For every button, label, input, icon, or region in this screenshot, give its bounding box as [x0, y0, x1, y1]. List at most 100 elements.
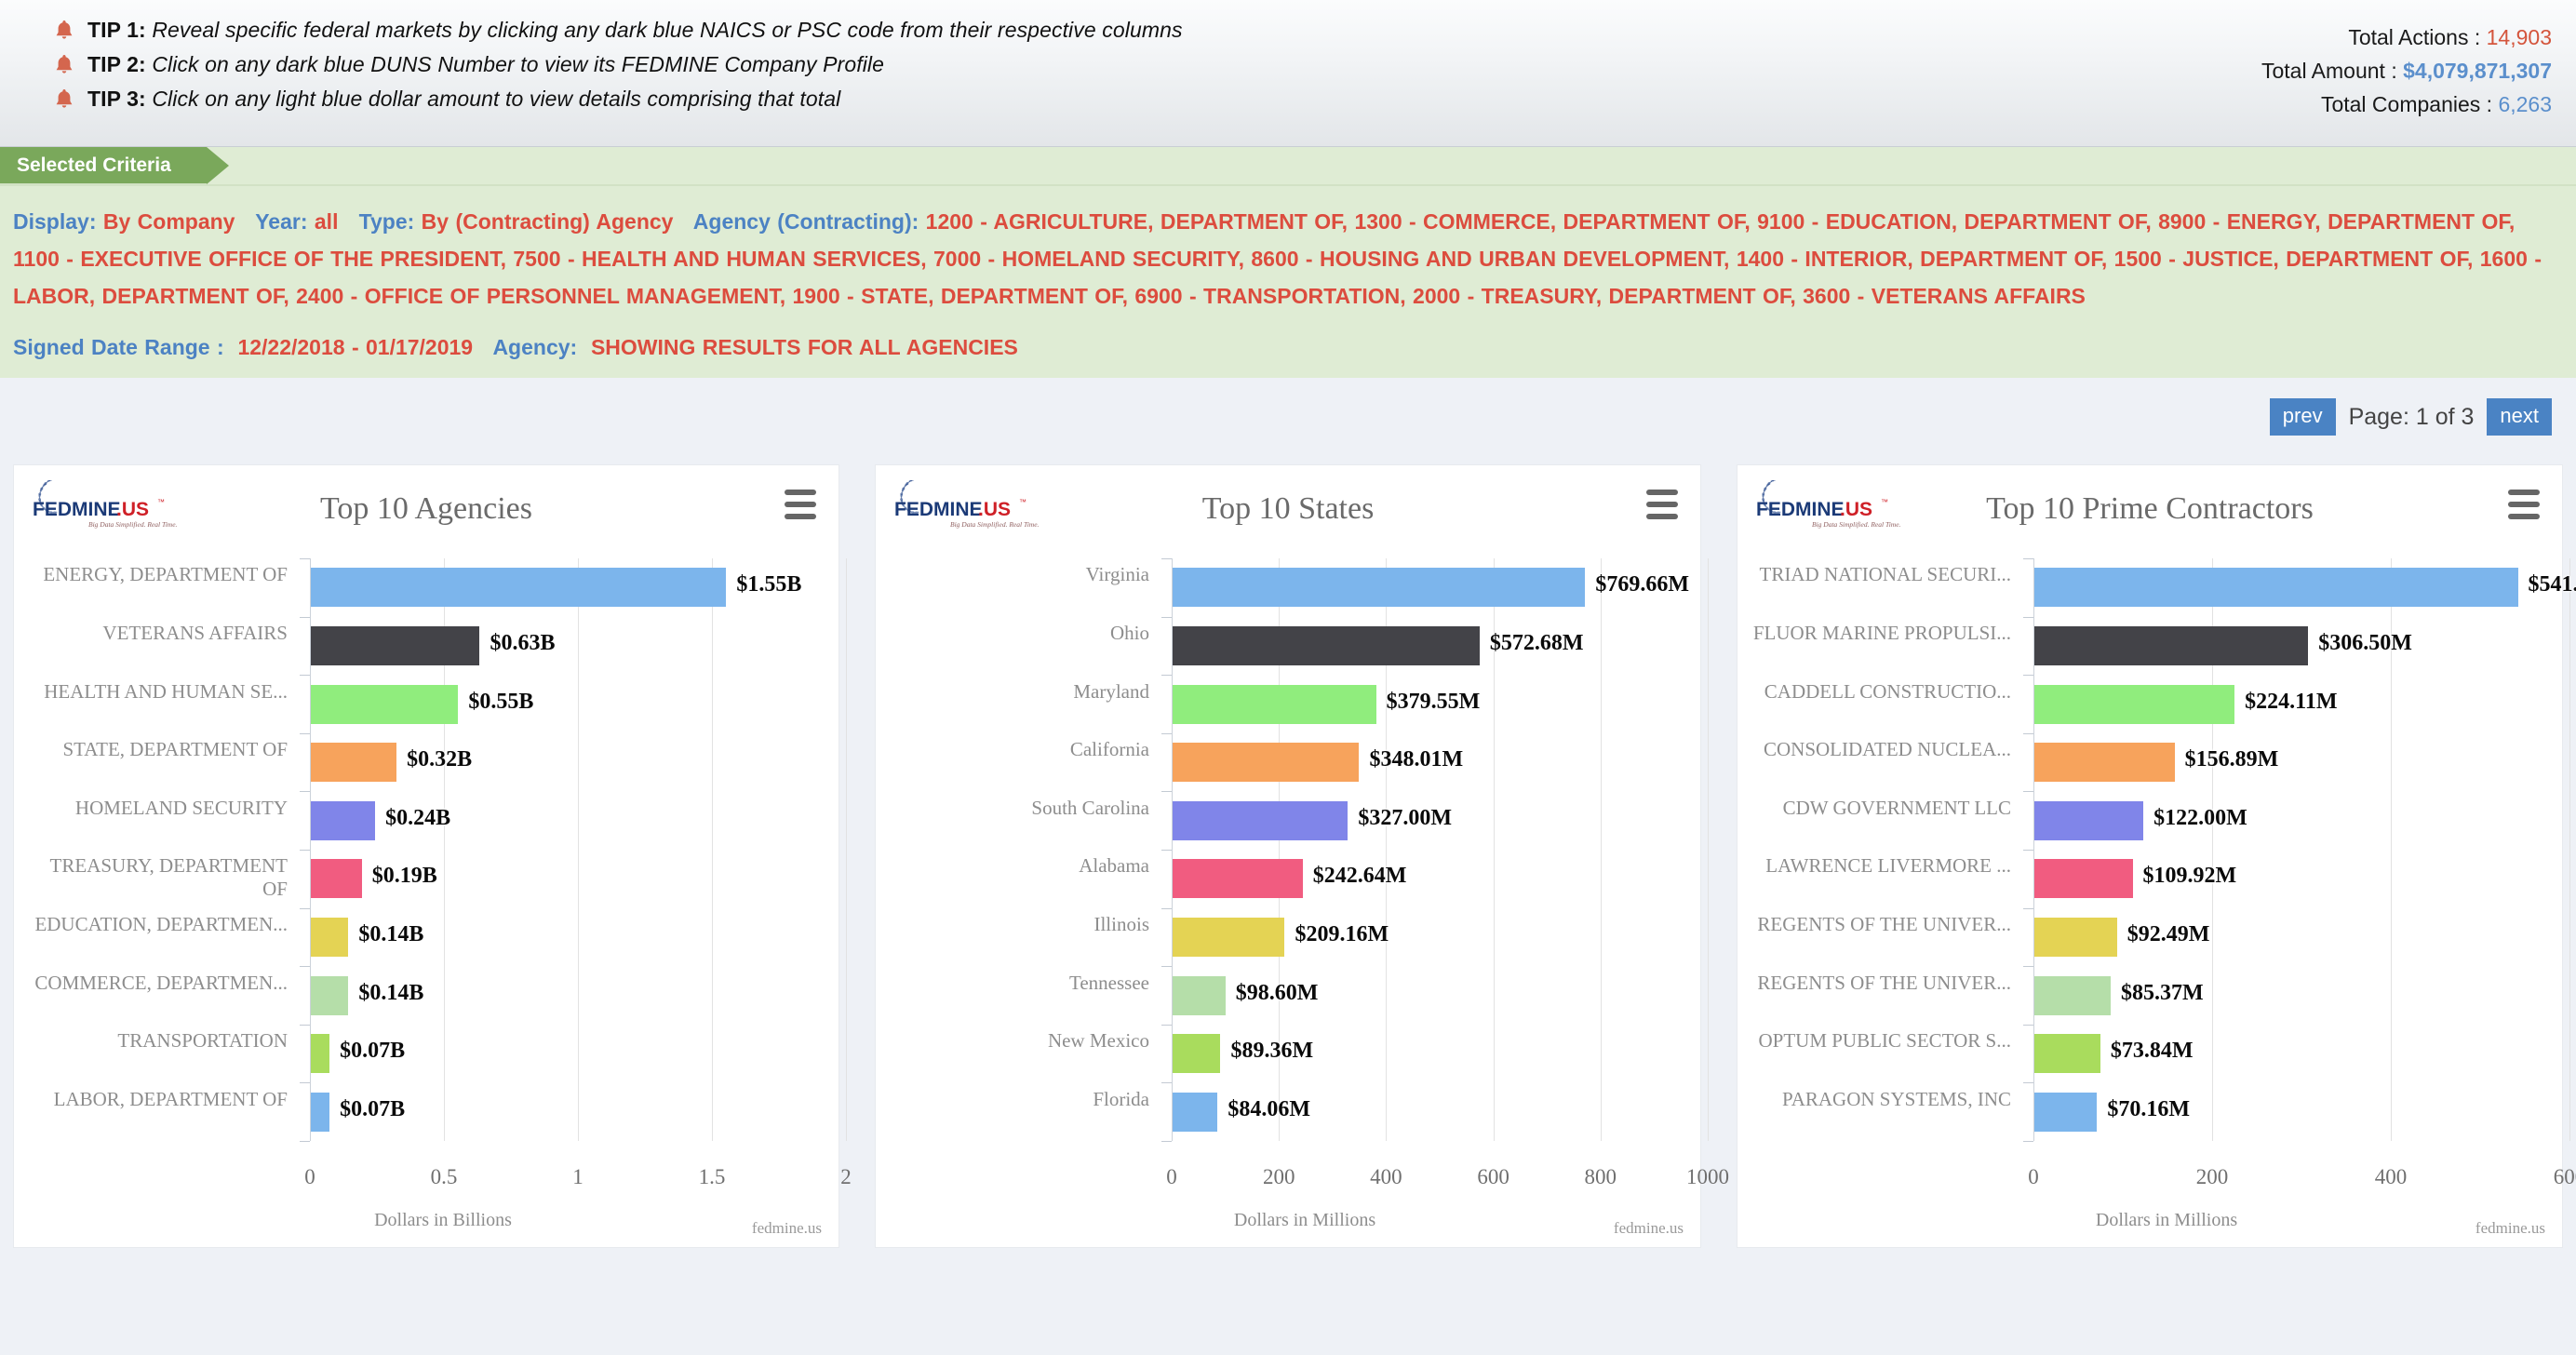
x-tick-label: 600: [1477, 1165, 1509, 1188]
chart-card-agencies: FEDMINE .US ™ Big Data Simplified. Real …: [13, 464, 852, 1248]
chart-plot-area: 0 200 400 600 800 1000 Virginia $769.66M Ohio $57…: [876, 545, 1734, 1230]
bar[interactable]: [2034, 1034, 2100, 1074]
category-label: FLUOR MARINE PROPULSI...: [1752, 621, 2011, 644]
bell-icon: [54, 53, 74, 77]
bar[interactable]: [2034, 917, 2117, 957]
chart-menu-icon[interactable]: [2508, 490, 2540, 526]
x-tick-label: 200: [1262, 1165, 1295, 1188]
total-amount-row: Total Amount : $4,079,871,307: [2261, 54, 2552, 87]
bar[interactable]: [311, 800, 376, 840]
bar[interactable]: [311, 568, 727, 608]
chart-menu-icon[interactable]: [785, 490, 816, 526]
category-label: Illinois: [1093, 912, 1149, 935]
y-tick-mark: [2023, 675, 2033, 677]
bar-value-label: $92.49M: [2127, 921, 2210, 946]
y-tick-mark: [2023, 966, 2033, 968]
y-tick-mark: [2023, 616, 2033, 618]
bar[interactable]: [1173, 684, 1376, 724]
total-actions-label: Total Actions :: [2348, 25, 2481, 49]
x-tick-label: 0: [2028, 1165, 2039, 1188]
bar[interactable]: [2034, 684, 2235, 724]
bar[interactable]: [311, 1092, 330, 1132]
y-tick-mark: [300, 616, 310, 618]
y-tick-mark: [2023, 732, 2033, 734]
y-tick-mark: [2023, 1024, 2033, 1026]
bar[interactable]: [1173, 625, 1480, 665]
bar[interactable]: [1173, 1034, 1221, 1074]
bar[interactable]: [311, 743, 397, 783]
y-tick-mark: [300, 1082, 310, 1084]
x-tick-label: 600: [2553, 1165, 2576, 1188]
gridline: [2569, 558, 2570, 1141]
chart-credit: fedmine.us: [751, 1219, 822, 1237]
bar-value-label: $327.00M: [1358, 805, 1452, 830]
y-tick-mark: [1161, 850, 1172, 851]
bar[interactable]: [1173, 800, 1348, 840]
tip-label: TIP 2:: [87, 52, 146, 76]
bar[interactable]: [2034, 859, 2133, 899]
gridline: [712, 558, 713, 1141]
category-label: Alabama: [1079, 854, 1149, 878]
total-amount-label: Total Amount :: [2261, 59, 2397, 83]
chart-menu-icon[interactable]: [1646, 490, 1678, 526]
y-tick-mark: [2023, 907, 2033, 909]
tip-label: TIP 3:: [87, 87, 146, 111]
prev-button[interactable]: prev: [2269, 398, 2336, 436]
y-tick-mark: [1161, 558, 1172, 559]
bar[interactable]: [311, 859, 362, 899]
bar[interactable]: [2034, 625, 2309, 665]
bar-value-label: $0.14B: [358, 921, 424, 946]
bar[interactable]: [1173, 568, 1586, 608]
year-value: all: [314, 209, 339, 234]
bar[interactable]: [1173, 1092, 1218, 1132]
y-tick-mark: [2023, 558, 2033, 559]
pagination-controls: prev Page: 1 of 3 next: [2269, 398, 2552, 436]
category-label: EDUCATION, DEPARTMEN...: [34, 912, 288, 935]
bar-value-label: $769.66M: [1595, 572, 1689, 597]
tip-body: Click on any dark blue DUNS Number to vi…: [152, 52, 885, 76]
tips-header: TIP 1: Reveal specific federal markets b…: [0, 0, 2576, 147]
bar[interactable]: [1173, 859, 1303, 899]
bar[interactable]: [2034, 568, 2518, 608]
bar[interactable]: [311, 975, 349, 1015]
bar[interactable]: [1173, 917, 1285, 957]
category-label: OPTUM PUBLIC SECTOR S...: [1758, 1029, 2011, 1053]
bar[interactable]: [311, 684, 459, 724]
bar[interactable]: [2034, 743, 2175, 783]
category-label: LABOR, DEPARTMENT OF: [53, 1087, 288, 1110]
y-tick-mark: [300, 558, 310, 559]
bar[interactable]: [1173, 743, 1360, 783]
type-label: Type:: [358, 209, 415, 234]
bar[interactable]: [2034, 800, 2144, 840]
next-button[interactable]: next: [2487, 398, 2552, 436]
bar[interactable]: [2034, 975, 2111, 1015]
bar[interactable]: [311, 1034, 330, 1074]
category-label: Ohio: [1110, 621, 1149, 644]
bell-icon: [54, 19, 74, 43]
category-label: TRANSPORTATION: [117, 1029, 288, 1053]
bar[interactable]: [311, 917, 349, 957]
x-tick-label: 1.5: [698, 1165, 726, 1188]
total-companies-label: Total Companies :: [2320, 92, 2493, 116]
tip-row: TIP 3: Click on any light blue dollar am…: [54, 86, 2576, 120]
x-axis-title: Dollars in Millions: [2095, 1210, 2238, 1230]
chart-card-contractors: FEDMINE .US ™ Big Data Simplified. Real …: [1737, 464, 2576, 1248]
bar-value-label: $85.37M: [2120, 980, 2204, 1005]
tip-label: TIP 1:: [87, 18, 146, 42]
signed-date-label: Signed Date Range :: [13, 335, 224, 359]
bar-value-label: $0.55B: [468, 689, 534, 714]
bar-value-label: $89.36M: [1230, 1039, 1314, 1064]
bar[interactable]: [1173, 975, 1226, 1015]
bar-value-label: $572.68M: [1489, 630, 1584, 655]
selected-criteria-panel: Selected Criteria Display: By Company Ye…: [0, 147, 2576, 378]
chart-card-states: FEDMINE .US ™ Big Data Simplified. Real …: [875, 464, 1729, 1248]
x-tick-label: 800: [1584, 1165, 1617, 1188]
bar[interactable]: [2034, 1092, 2098, 1132]
bar[interactable]: [311, 625, 480, 665]
chart-credit: fedmine.us: [2475, 1219, 2545, 1237]
agency-label: Agency:: [492, 335, 578, 359]
criteria-line-main: Display: By Company Year: all Type: By (…: [13, 203, 2563, 315]
category-label: REGENTS OF THE UNIVER...: [1757, 912, 2011, 935]
category-label: COMMERCE, DEPARTMEN...: [34, 971, 288, 994]
y-tick-mark: [1161, 732, 1172, 734]
